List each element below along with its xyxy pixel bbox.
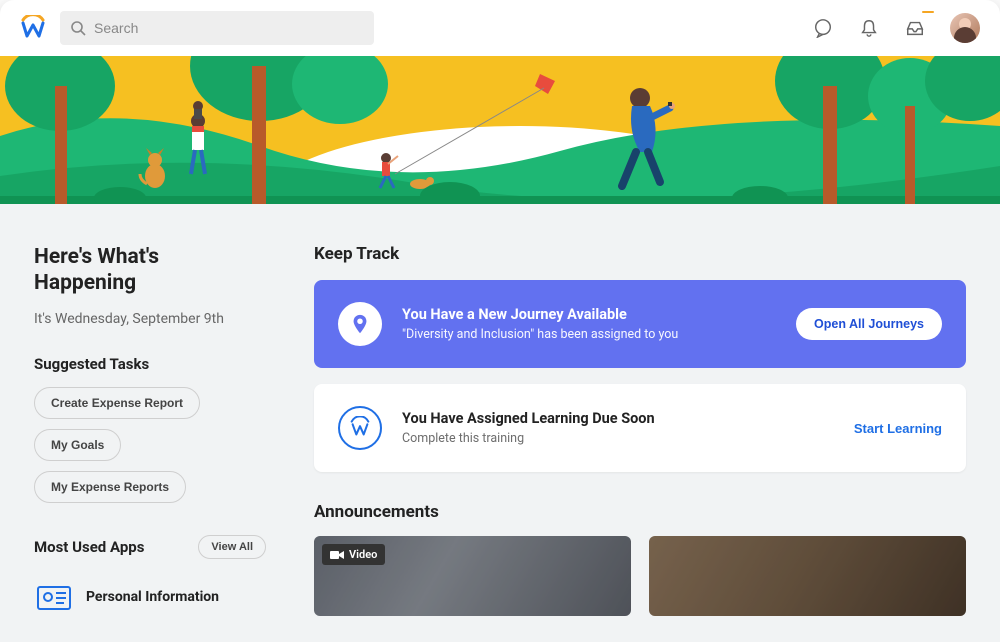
- announcement-card-video[interactable]: Video: [314, 536, 631, 616]
- app-personal-information[interactable]: Personal Information: [34, 577, 266, 617]
- suggested-tasks-list: Create Expense Report My Goals My Expens…: [34, 387, 266, 503]
- hero-banner: [0, 56, 1000, 204]
- keep-track-title: Keep Track: [314, 244, 966, 264]
- journey-card: You Have a New Journey Available "Divers…: [314, 280, 966, 368]
- task-my-expense-reports[interactable]: My Expense Reports: [34, 471, 186, 503]
- main-content: Here's What's Happening It's Wednesday, …: [0, 204, 1000, 642]
- announcement-card-2[interactable]: [649, 536, 966, 616]
- top-nav: [0, 0, 1000, 56]
- suggested-tasks-title: Suggested Tasks: [34, 355, 266, 373]
- journey-title: You Have a New Journey Available: [402, 306, 776, 323]
- inbox-icon[interactable]: [904, 17, 926, 39]
- app-label: Personal Information: [86, 589, 219, 605]
- right-column: Keep Track You Have a New Journey Availa…: [314, 244, 966, 642]
- search-icon: [70, 20, 86, 36]
- video-tag: Video: [322, 544, 385, 565]
- search-box[interactable]: [60, 11, 374, 45]
- announcements-row: Video: [314, 536, 966, 616]
- view-all-apps-button[interactable]: View All: [198, 535, 266, 559]
- logo[interactable]: [20, 15, 46, 41]
- nav-icons: [812, 13, 980, 43]
- start-learning-button[interactable]: Start Learning: [854, 421, 942, 436]
- learning-card: You Have Assigned Learning Due Soon Comp…: [314, 384, 966, 472]
- task-my-goals[interactable]: My Goals: [34, 429, 121, 461]
- announcements-title: Announcements: [314, 502, 966, 522]
- personal-information-icon: [34, 577, 74, 617]
- learning-sub: Complete this training: [402, 431, 834, 446]
- journey-sub: "Diversity and Inclusion" has been assig…: [402, 327, 776, 342]
- page-title: Here's What's Happening: [34, 244, 266, 297]
- learning-title: You Have Assigned Learning Due Soon: [402, 410, 834, 427]
- pin-icon: [338, 302, 382, 346]
- chat-icon[interactable]: [812, 17, 834, 39]
- learning-icon: [338, 406, 382, 450]
- open-all-journeys-button[interactable]: Open All Journeys: [796, 308, 942, 340]
- date-line: It's Wednesday, September 9th: [34, 311, 266, 327]
- bell-icon[interactable]: [858, 17, 880, 39]
- avatar[interactable]: [950, 13, 980, 43]
- inbox-badge: [922, 11, 934, 13]
- search-input[interactable]: [94, 20, 364, 36]
- task-create-expense-report[interactable]: Create Expense Report: [34, 387, 200, 419]
- left-column: Here's What's Happening It's Wednesday, …: [34, 244, 266, 642]
- most-used-apps-title: Most Used Apps: [34, 538, 144, 556]
- video-icon: [330, 550, 344, 560]
